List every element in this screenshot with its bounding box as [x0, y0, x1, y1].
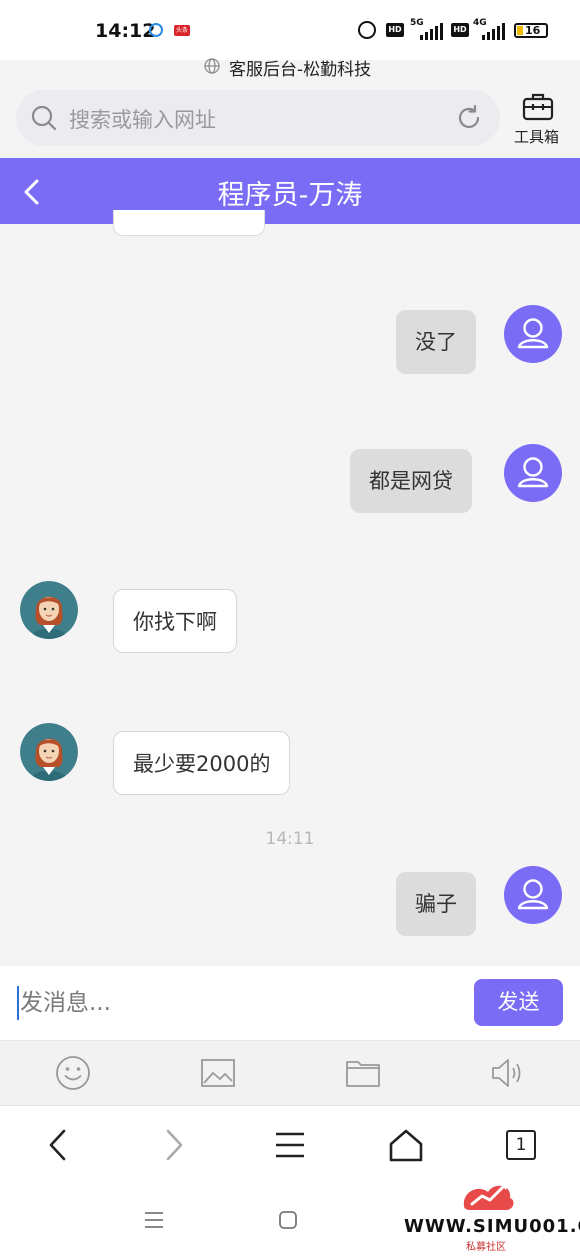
status-indicators: HD 5G HD 4G 16 [358, 18, 558, 44]
emoji-icon[interactable] [55, 1055, 91, 1091]
battery-icon: 16 [514, 23, 548, 38]
user-avatar [504, 866, 562, 924]
system-home-icon[interactable] [278, 1210, 298, 1230]
toolbox-label: 工具箱 [514, 128, 560, 146]
menu-icon[interactable] [272, 1127, 308, 1163]
message-bubble-other: 最少要2000的 [113, 731, 291, 795]
hd-badge: HD [386, 23, 404, 37]
user-icon [517, 457, 549, 488]
globe-icon [204, 58, 220, 74]
message-bubble-self: 没了 [396, 310, 476, 374]
user-avatar [504, 444, 562, 502]
message-bubble-self: 骗子 [396, 872, 476, 936]
signal-4g-icon [478, 22, 508, 40]
image-icon[interactable] [200, 1055, 236, 1091]
signal-5g-icon [416, 22, 446, 40]
message-bubble-other: 你找下啊 [113, 589, 237, 653]
message-timestamp: 14:11 [265, 829, 315, 849]
user-avatar [504, 305, 562, 363]
message-input[interactable] [20, 982, 460, 1024]
home-icon[interactable] [388, 1127, 424, 1163]
hd-badge-2: HD [451, 23, 469, 37]
notification-news-icon: 头条 [174, 25, 190, 36]
tabs-icon[interactable]: 1 [506, 1130, 536, 1160]
user-icon [517, 879, 549, 910]
notification-news-label: 头条 [175, 27, 188, 34]
notification-app-icon [149, 23, 163, 37]
alarm-icon [358, 21, 376, 39]
send-button[interactable]: 发送 [474, 979, 563, 1026]
toolbox-button[interactable]: 工具箱 [512, 92, 564, 148]
search-icon [31, 105, 57, 131]
watermark-logo [463, 1182, 514, 1210]
page-domain: 客服后台-松勤科技 [229, 60, 372, 80]
refresh-icon[interactable] [455, 104, 483, 132]
agent-avatar [20, 723, 78, 781]
nav-back-icon[interactable] [40, 1127, 76, 1163]
watermark-url: WWW.SIMU001.CN [404, 1216, 580, 1237]
agent-avatar [20, 581, 78, 639]
nav-forward-icon[interactable] [156, 1127, 192, 1163]
message-bubble-partial [113, 210, 265, 236]
system-menu-icon[interactable] [144, 1211, 164, 1229]
user-icon [517, 318, 549, 349]
watermark-subtitle: 私募社区 [466, 1242, 506, 1253]
status-time: 14:12 [95, 20, 156, 42]
toolbox-icon [522, 93, 554, 121]
message-bubble-self: 都是网贷 [350, 449, 472, 513]
chat-title: 程序员-万涛 [217, 180, 363, 211]
folder-icon[interactable] [345, 1055, 381, 1091]
text-caret [17, 986, 19, 1020]
speaker-icon[interactable] [490, 1055, 526, 1091]
battery-level: 16 [525, 24, 541, 37]
address-placeholder[interactable]: 搜索或输入网址 [69, 104, 216, 134]
